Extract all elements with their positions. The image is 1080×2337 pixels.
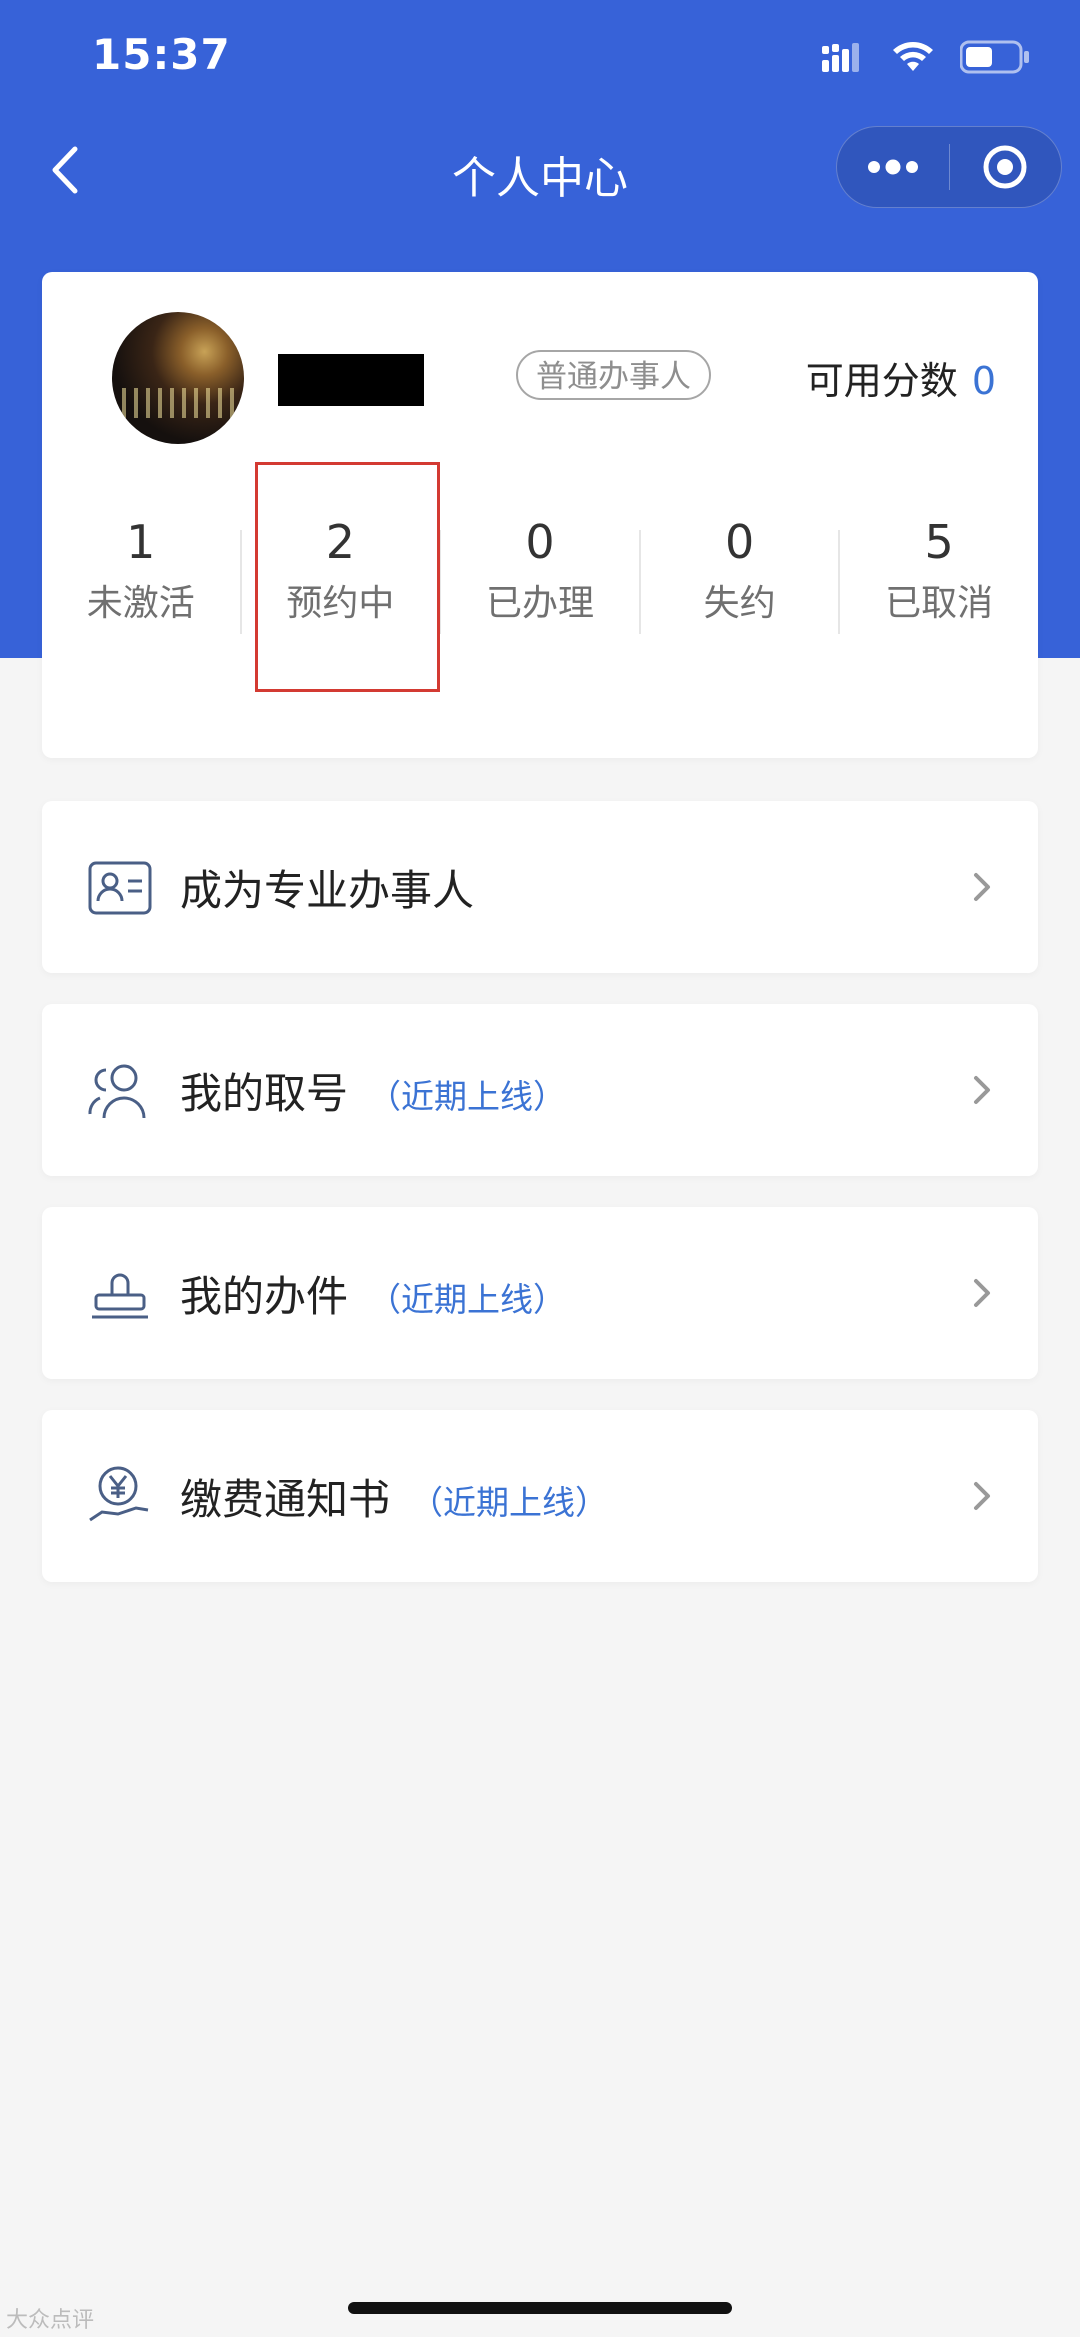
avatar[interactable] [112,312,244,444]
stat-value: 1 [126,515,156,569]
wifi-icon [893,42,933,71]
chevron-right-icon [974,1076,990,1104]
home-indicator[interactable] [348,2302,732,2314]
menu-note: （近期上线） [410,1483,609,1522]
annotation-highlight-box [255,462,440,692]
more-button[interactable] [837,126,949,208]
close-miniprogram-button[interactable] [950,126,1062,208]
stat-label: 失约 [703,583,776,624]
chevron-right-icon [974,1279,990,1307]
points-label: 可用分数 [805,359,958,403]
appointment-stats: 1 未激活 2 预约中 0 已办理 0 失约 5 已取消 [42,512,1038,652]
menu-label: 我的办件 （近期上线） [180,1263,566,1324]
user-type-badge: 普通办事人 [516,350,711,400]
menu-item-become-professional[interactable]: 成为专业办事人 [42,801,1038,973]
stat-handled[interactable]: 0 已办理 [441,512,639,652]
menu-item-my-queue-number[interactable]: 我的取号 （近期上线） [42,1004,1038,1176]
stat-label: 已取消 [885,583,994,624]
menu-label: 成为专业办事人 [180,857,494,918]
menu-note: （近期上线） [368,1280,567,1319]
stat-label: 未激活 [86,583,195,624]
redacted-username [278,354,424,406]
stamp-icon [92,1273,148,1319]
stat-inactive[interactable]: 1 未激活 [42,512,240,652]
stat-value: 0 [525,515,555,569]
id-card-icon [88,861,152,915]
chevron-right-icon [974,873,990,901]
menu-item-my-cases[interactable]: 我的办件 （近期上线） [42,1207,1038,1379]
available-points: 可用分数 0 [806,350,996,405]
menu-title: 缴费通知书 [180,1475,391,1524]
chevron-right-icon [974,1482,990,1510]
users-icon [88,1064,146,1119]
profile-card: 普通办事人 可用分数 0 1 未激活 2 预约中 0 已办理 0 失约 5 已取消 [42,272,1038,758]
menu-title: 我的取号 [180,1069,349,1118]
more-dots-icon [867,159,918,175]
menu-label: 我的取号 （近期上线） [180,1060,566,1121]
menu-title: 成为专业办事人 [180,866,475,915]
target-icon [983,145,1027,189]
battery-icon [960,40,1029,74]
payment-hand-icon [89,1466,149,1522]
points-value: 0 [971,359,996,403]
stat-missed[interactable]: 0 失约 [641,512,839,652]
stat-label: 已办理 [485,583,594,624]
stat-cancelled[interactable]: 5 已取消 [840,512,1038,652]
status-icons [822,40,1030,74]
navigation-bar: 个人中心 [0,120,1080,220]
status-time: 15:37 [92,30,231,79]
stat-value: 5 [924,515,954,569]
watermark: 大众点评 [6,2308,95,2333]
menu-title: 我的办件 [180,1272,349,1321]
mini-program-capsule [836,126,1062,208]
signal-icon [822,43,859,72]
menu-label: 缴费通知书 （近期上线） [180,1466,608,1527]
status-bar: 15:37 [0,0,1080,120]
stat-value: 0 [724,515,755,569]
menu-note: （近期上线） [368,1077,567,1116]
menu-item-payment-notice[interactable]: 缴费通知书 （近期上线） [42,1410,1038,1582]
